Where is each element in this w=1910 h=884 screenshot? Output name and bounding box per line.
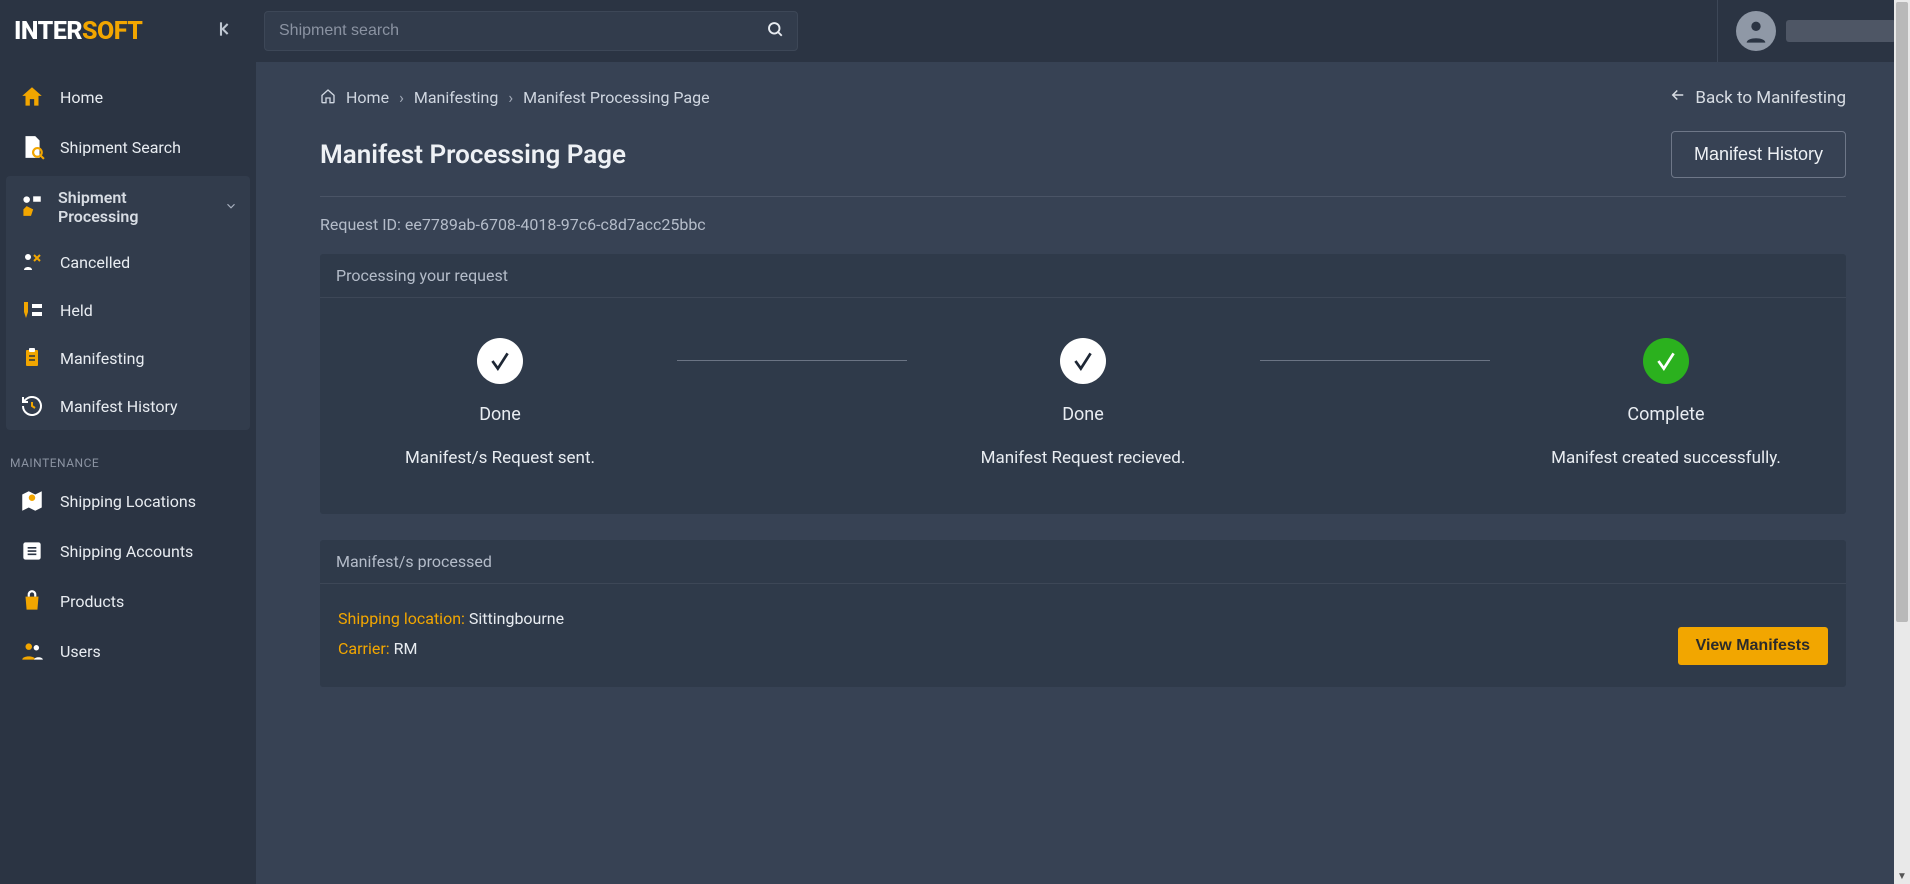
step-desc: Manifest Request recieved. [981,447,1186,470]
arrow-left-icon [1669,86,1687,109]
sidebar-collapse-button[interactable] [210,13,242,49]
collapse-icon [216,19,236,39]
carrier-label: Carrier: [338,639,390,658]
sidebar-item-label: Manifesting [60,349,144,368]
step-2: Done Manifest Request recieved. [953,338,1213,470]
search-wrap [264,11,798,51]
sidebar-item-shipping-locations[interactable]: Shipping Locations [0,476,256,526]
title-row: Manifest Processing Page Manifest Histor… [320,131,1846,197]
user-name-placeholder [1786,20,1896,42]
sidebar-item-cancelled[interactable]: Cancelled [6,238,250,286]
sidebar-item-home[interactable]: Home [0,72,256,122]
check-icon [1060,338,1106,384]
scrollbar-thumb[interactable] [1896,2,1908,622]
map-pin-icon [18,487,46,515]
chevron-right-icon: › [508,88,513,107]
sidebar-item-label: Held [60,301,93,320]
request-id-label: Request ID: [320,215,401,234]
content: Home › Manifesting › Manifest Processing… [256,62,1910,884]
manifest-history-button[interactable]: Manifest History [1671,131,1846,178]
avatar [1736,11,1776,51]
step-1: Done Manifest/s Request sent. [370,338,630,470]
chevron-down-icon [224,198,238,217]
cancelled-icon [18,248,46,276]
sidebar-group-label: Shipment Processing [58,188,210,226]
result-details: Shipping location: Sittingbourne Carrier… [338,604,564,665]
step-status: Done [479,404,521,425]
step-connector [1260,360,1490,361]
topbar [256,0,1910,62]
sidebar: INTERSOFT Home Shipment Search [0,0,256,884]
result-panel-body: Shipping location: Sittingbourne Carrier… [320,584,1846,687]
sidebar-header: INTERSOFT [0,0,256,62]
sidebar-group-shipment-processing: Shipment Processing Cancelled Held [6,176,250,430]
sidebar-item-label: Cancelled [60,253,130,272]
page-title: Manifest Processing Page [320,140,626,170]
history-icon [18,392,46,420]
back-to-manifesting-link[interactable]: Back to Manifesting [1669,86,1846,109]
request-id: Request ID: ee7789ab-6708-4018-97c6-c8d7… [320,215,1846,234]
sidebar-item-products[interactable]: Products [0,576,256,626]
home-icon [18,83,46,111]
sidebar-item-manifesting[interactable]: Manifesting [6,334,250,382]
step-status: Done [1062,404,1104,425]
result-panel: Manifest/s processed Shipping location: … [320,540,1846,687]
users-icon [18,637,46,665]
sidebar-item-label: Shipment Search [60,138,181,157]
main: Home › Manifesting › Manifest Processing… [256,0,1910,884]
breadcrumb-manifesting[interactable]: Manifesting [414,88,498,107]
step-connector [677,360,907,361]
scrollbar-down-icon[interactable]: ▼ [1894,871,1910,882]
sidebar-item-label: Products [60,592,124,611]
processing-panel: Processing your request Done Manifest/s … [320,254,1846,514]
held-icon [18,296,46,324]
sidebar-item-shipping-accounts[interactable]: Shipping Accounts [0,526,256,576]
sidebar-section-maintenance: MAINTENANCE [0,438,256,476]
check-icon [477,338,523,384]
back-link-label: Back to Manifesting [1695,88,1846,108]
list-icon [18,537,46,565]
step-desc: Manifest/s Request sent. [405,447,595,470]
step-3: Complete Manifest created successfully. [1536,338,1796,470]
logo-text-left: INTER [14,17,82,46]
logo-text-right: SOFT [82,17,142,46]
sidebar-item-label: Shipping Locations [60,492,196,511]
sidebar-item-shipment-search[interactable]: Shipment Search [0,122,256,172]
bag-icon [18,587,46,615]
carrier-value: RM [394,639,418,658]
sidebar-item-label: Home [60,88,103,107]
steps: Done Manifest/s Request sent. Done Manif… [320,298,1846,514]
sidebar-item-users[interactable]: Users [0,626,256,676]
request-id-value: ee7789ab-6708-4018-97c6-c8d7acc25bbc [405,215,706,234]
shipping-location-label: Shipping location: [338,609,465,628]
check-icon [1643,338,1689,384]
search-input[interactable] [264,11,798,51]
chevron-right-icon: › [399,88,404,107]
breadcrumb-row: Home › Manifesting › Manifest Processing… [320,86,1846,109]
step-status: Complete [1627,404,1704,425]
document-search-icon [18,133,46,161]
sidebar-item-label: Shipping Accounts [60,542,193,561]
logo: INTERSOFT [14,17,142,46]
processing-panel-header: Processing your request [320,254,1846,298]
sidebar-item-label: Users [60,642,101,661]
result-panel-header: Manifest/s processed [320,540,1846,584]
breadcrumb: Home › Manifesting › Manifest Processing… [320,88,710,108]
sidebar-group-header[interactable]: Shipment Processing [6,176,250,238]
processing-icon [18,192,44,222]
search-icon[interactable] [766,20,784,42]
nav: Home Shipment Search Shipment Processing [0,62,256,676]
breadcrumb-current: Manifest Processing Page [523,88,709,107]
breadcrumb-home[interactable]: Home [346,88,389,107]
shipping-location-value: Sittingbourne [469,609,564,628]
step-desc: Manifest created successfully. [1551,447,1781,470]
topbar-user[interactable] [1717,0,1896,62]
view-manifests-button[interactable]: View Manifests [1678,627,1828,665]
home-icon [320,88,336,108]
manifesting-icon [18,344,46,372]
sidebar-item-label: Manifest History [60,397,178,416]
sidebar-item-manifest-history[interactable]: Manifest History [6,382,250,430]
sidebar-item-held[interactable]: Held [6,286,250,334]
scrollbar[interactable]: ▼ [1894,0,1910,884]
